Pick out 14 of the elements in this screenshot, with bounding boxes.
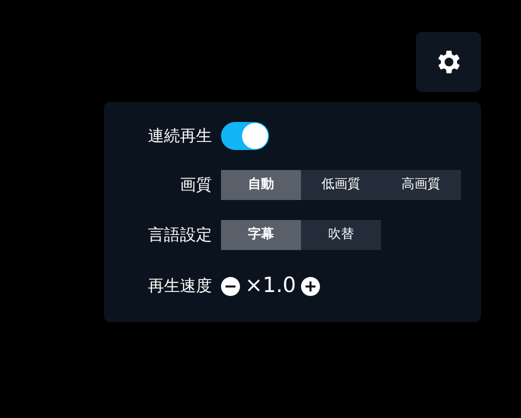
speed-value: ×1.0 (245, 272, 296, 300)
segment-option[interactable]: 自動 (221, 170, 301, 200)
segment-option[interactable]: 字幕 (221, 220, 301, 250)
minus-button[interactable] (221, 276, 240, 296)
plus-button[interactable] (301, 276, 320, 296)
segment-option[interactable]: 高画質 (381, 170, 461, 200)
setting-label: 画質 (179, 174, 212, 196)
setting-label: 再生速度 (147, 275, 212, 297)
settings-button[interactable] (416, 32, 481, 92)
setting-label: 言語設定 (147, 224, 212, 246)
setting-label: 連続再生 (147, 125, 212, 147)
segment-option[interactable]: 低画質 (301, 170, 381, 200)
toggle-switch[interactable] (221, 122, 269, 150)
segment-option[interactable]: 吹替 (301, 220, 381, 250)
